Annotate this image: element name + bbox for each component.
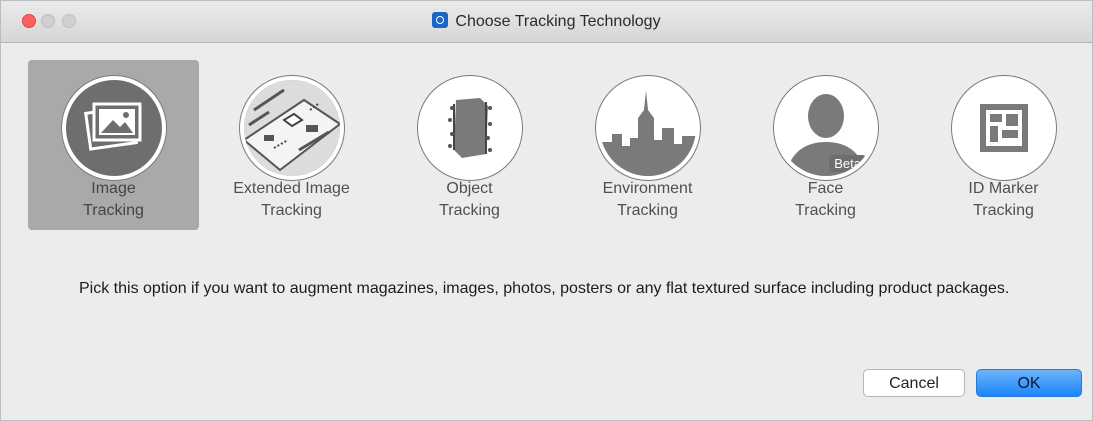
- id-marker-tracking-icon: [952, 76, 1056, 180]
- option-extended-image-tracking[interactable]: Extended Image Tracking: [206, 60, 377, 230]
- face-tracking-icon: Beta: [774, 76, 878, 180]
- environment-tracking-icon: [596, 76, 700, 180]
- option-label: Face Tracking: [795, 180, 856, 219]
- window-title-area: Choose Tracking Technology: [1, 12, 1092, 31]
- beta-badge: Beta: [829, 155, 866, 172]
- option-label: Object Tracking: [439, 180, 500, 219]
- window-title: Choose Tracking Technology: [455, 13, 661, 30]
- option-label: Extended Image Tracking: [233, 180, 350, 219]
- option-id-marker-tracking[interactable]: ID Marker Tracking: [918, 60, 1089, 230]
- title-bar[interactable]: Choose Tracking Technology: [1, 1, 1092, 43]
- object-tracking-icon: [418, 76, 522, 180]
- extended-image-tracking-icon: [240, 76, 344, 180]
- option-description: Pick this option if you want to augment …: [79, 280, 1010, 297]
- option-label: Image Tracking: [83, 180, 144, 219]
- option-label: Environment Tracking: [602, 180, 693, 219]
- option-label: ID Marker Tracking: [968, 180, 1039, 219]
- dialog-window: Choose Tracking Technology Image Trackin…: [0, 0, 1093, 421]
- option-object-tracking[interactable]: Object Tracking: [384, 60, 555, 230]
- ok-button[interactable]: OK: [976, 369, 1082, 397]
- option-face-tracking[interactable]: Beta Face Tracking: [740, 60, 911, 230]
- image-tracking-icon: [62, 76, 166, 180]
- cancel-button[interactable]: Cancel: [863, 369, 965, 397]
- option-environment-tracking[interactable]: Environment Tracking: [562, 60, 733, 230]
- option-image-tracking[interactable]: Image Tracking: [28, 60, 199, 230]
- vuforia-app-icon: [432, 12, 449, 28]
